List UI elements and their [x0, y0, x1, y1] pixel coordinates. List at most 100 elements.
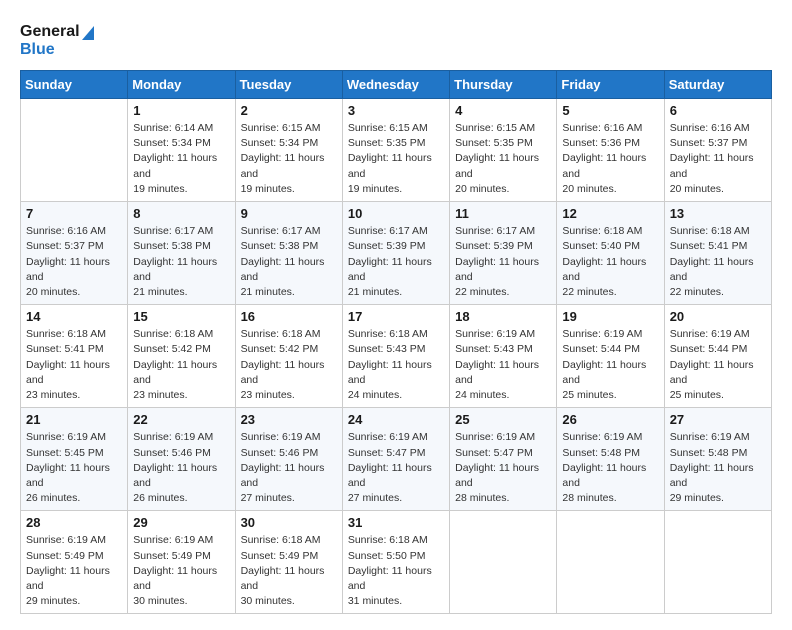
weekday-header-tuesday: Tuesday	[235, 71, 342, 99]
calendar-cell	[557, 511, 664, 614]
logo: General Blue	[20, 16, 100, 62]
calendar-cell: 6 Sunrise: 6:16 AMSunset: 5:37 PMDaylight…	[664, 99, 771, 202]
calendar-cell: 25 Sunrise: 6:19 AMSunset: 5:47 PMDayligh…	[450, 408, 557, 511]
calendar-cell: 10 Sunrise: 6:17 AMSunset: 5:39 PMDayligh…	[342, 202, 449, 305]
day-info: Sunrise: 6:19 AMSunset: 5:48 PMDaylight:…	[562, 430, 658, 506]
day-number: 24	[348, 412, 444, 427]
weekday-header-wednesday: Wednesday	[342, 71, 449, 99]
weekday-header-saturday: Saturday	[664, 71, 771, 99]
calendar-cell: 16 Sunrise: 6:18 AMSunset: 5:42 PMDayligh…	[235, 305, 342, 408]
day-info: Sunrise: 6:19 AMSunset: 5:46 PMDaylight:…	[241, 430, 337, 506]
day-info: Sunrise: 6:16 AMSunset: 5:36 PMDaylight:…	[562, 121, 658, 197]
calendar-cell: 2Sunrise: 6:15 AMSunset: 5:34 PMDaylight…	[235, 99, 342, 202]
calendar-cell: 7 Sunrise: 6:16 AMSunset: 5:37 PMDaylight…	[21, 202, 128, 305]
day-number: 4	[455, 103, 551, 118]
calendar-cell: 29 Sunrise: 6:19 AMSunset: 5:49 PMDayligh…	[128, 511, 235, 614]
calendar-cell: 9 Sunrise: 6:17 AMSunset: 5:38 PMDaylight…	[235, 202, 342, 305]
day-info: Sunrise: 6:19 AMSunset: 5:47 PMDaylight:…	[348, 430, 444, 506]
calendar-cell: 31 Sunrise: 6:18 AMSunset: 5:50 PMDayligh…	[342, 511, 449, 614]
day-number: 17	[348, 309, 444, 324]
svg-text:Blue: Blue	[20, 41, 55, 58]
logo-svg: General Blue	[20, 16, 100, 62]
weekday-header-friday: Friday	[557, 71, 664, 99]
day-info: Sunrise: 6:17 AMSunset: 5:39 PMDaylight:…	[455, 224, 551, 300]
day-info: Sunrise: 6:18 AMSunset: 5:50 PMDaylight:…	[348, 533, 444, 609]
calendar-cell: 17 Sunrise: 6:18 AMSunset: 5:43 PMDayligh…	[342, 305, 449, 408]
day-number: 13	[670, 206, 766, 221]
day-info: Sunrise: 6:18 AMSunset: 5:42 PMDaylight:…	[241, 327, 337, 403]
weekday-header-row: SundayMondayTuesdayWednesdayThursdayFrid…	[21, 71, 772, 99]
day-number: 5	[562, 103, 658, 118]
day-number: 7	[26, 206, 122, 221]
day-info: Sunrise: 6:17 AMSunset: 5:39 PMDaylight:…	[348, 224, 444, 300]
day-number: 6	[670, 103, 766, 118]
calendar-cell: 1Sunrise: 6:14 AMSunset: 5:34 PMDaylight…	[128, 99, 235, 202]
calendar-cell: 15Sunrise: 6:18 AMSunset: 5:42 PMDayligh…	[128, 305, 235, 408]
day-number: 23	[241, 412, 337, 427]
day-number: 9	[241, 206, 337, 221]
day-number: 10	[348, 206, 444, 221]
calendar-cell: 24 Sunrise: 6:19 AMSunset: 5:47 PMDayligh…	[342, 408, 449, 511]
day-info: Sunrise: 6:18 AMSunset: 5:43 PMDaylight:…	[348, 327, 444, 403]
day-info: Sunrise: 6:15 AMSunset: 5:35 PMDaylight:…	[348, 121, 444, 197]
week-row-3: 14 Sunrise: 6:18 AMSunset: 5:41 PMDayligh…	[21, 305, 772, 408]
calendar-cell	[450, 511, 557, 614]
day-number: 16	[241, 309, 337, 324]
day-info: Sunrise: 6:19 AMSunset: 5:46 PMDaylight:…	[133, 430, 229, 506]
calendar-cell: 18 Sunrise: 6:19 AMSunset: 5:43 PMDayligh…	[450, 305, 557, 408]
day-info: Sunrise: 6:17 AMSunset: 5:38 PMDaylight:…	[133, 224, 229, 300]
day-info: Sunrise: 6:16 AMSunset: 5:37 PMDaylight:…	[26, 224, 122, 300]
calendar-cell: 28 Sunrise: 6:19 AMSunset: 5:49 PMDayligh…	[21, 511, 128, 614]
calendar-cell: 4 Sunrise: 6:15 AMSunset: 5:35 PMDaylight…	[450, 99, 557, 202]
day-number: 31	[348, 515, 444, 530]
day-number: 20	[670, 309, 766, 324]
calendar-cell: 14 Sunrise: 6:18 AMSunset: 5:41 PMDayligh…	[21, 305, 128, 408]
calendar-cell: 3 Sunrise: 6:15 AMSunset: 5:35 PMDaylight…	[342, 99, 449, 202]
day-info: Sunrise: 6:17 AMSunset: 5:38 PMDaylight:…	[241, 224, 337, 300]
day-number: 27	[670, 412, 766, 427]
day-info: Sunrise: 6:19 AMSunset: 5:49 PMDaylight:…	[26, 533, 122, 609]
calendar-cell: 27Sunrise: 6:19 AMSunset: 5:48 PMDayligh…	[664, 408, 771, 511]
week-row-5: 28 Sunrise: 6:19 AMSunset: 5:49 PMDayligh…	[21, 511, 772, 614]
day-number: 12	[562, 206, 658, 221]
day-info: Sunrise: 6:15 AMSunset: 5:35 PMDaylight:…	[455, 121, 551, 197]
day-number: 28	[26, 515, 122, 530]
day-info: Sunrise: 6:18 AMSunset: 5:41 PMDaylight:…	[670, 224, 766, 300]
calendar-cell: 5 Sunrise: 6:16 AMSunset: 5:36 PMDaylight…	[557, 99, 664, 202]
day-number: 18	[455, 309, 551, 324]
day-number: 22	[133, 412, 229, 427]
day-info: Sunrise: 6:14 AMSunset: 5:34 PMDaylight:…	[133, 121, 229, 197]
day-info: Sunrise: 6:19 AMSunset: 5:43 PMDaylight:…	[455, 327, 551, 403]
day-info: Sunrise: 6:19 AMSunset: 5:44 PMDaylight:…	[670, 327, 766, 403]
day-number: 3	[348, 103, 444, 118]
day-info: Sunrise: 6:18 AMSunset: 5:41 PMDaylight:…	[26, 327, 122, 403]
day-info: Sunrise: 6:18 AMSunset: 5:40 PMDaylight:…	[562, 224, 658, 300]
day-info: Sunrise: 6:16 AMSunset: 5:37 PMDaylight:…	[670, 121, 766, 197]
svg-text:General: General	[20, 23, 80, 40]
day-number: 21	[26, 412, 122, 427]
calendar-cell: 11 Sunrise: 6:17 AMSunset: 5:39 PMDayligh…	[450, 202, 557, 305]
calendar-cell: 26Sunrise: 6:19 AMSunset: 5:48 PMDayligh…	[557, 408, 664, 511]
day-number: 14	[26, 309, 122, 324]
calendar-cell: 13 Sunrise: 6:18 AMSunset: 5:41 PMDayligh…	[664, 202, 771, 305]
day-number: 2	[241, 103, 337, 118]
day-info: Sunrise: 6:19 AMSunset: 5:44 PMDaylight:…	[562, 327, 658, 403]
week-row-4: 21 Sunrise: 6:19 AMSunset: 5:45 PMDayligh…	[21, 408, 772, 511]
day-number: 15	[133, 309, 229, 324]
week-row-2: 7 Sunrise: 6:16 AMSunset: 5:37 PMDaylight…	[21, 202, 772, 305]
calendar-table: SundayMondayTuesdayWednesdayThursdayFrid…	[20, 70, 772, 614]
day-number: 11	[455, 206, 551, 221]
day-info: Sunrise: 6:19 AMSunset: 5:47 PMDaylight:…	[455, 430, 551, 506]
weekday-header-monday: Monday	[128, 71, 235, 99]
day-number: 29	[133, 515, 229, 530]
calendar-cell: 23 Sunrise: 6:19 AMSunset: 5:46 PMDayligh…	[235, 408, 342, 511]
day-number: 25	[455, 412, 551, 427]
weekday-header-sunday: Sunday	[21, 71, 128, 99]
calendar-cell: 8Sunrise: 6:17 AMSunset: 5:38 PMDaylight…	[128, 202, 235, 305]
day-info: Sunrise: 6:19 AMSunset: 5:45 PMDaylight:…	[26, 430, 122, 506]
day-number: 19	[562, 309, 658, 324]
calendar-cell: 30Sunrise: 6:18 AMSunset: 5:49 PMDayligh…	[235, 511, 342, 614]
day-number: 30	[241, 515, 337, 530]
day-info: Sunrise: 6:19 AMSunset: 5:49 PMDaylight:…	[133, 533, 229, 609]
calendar-cell: 19 Sunrise: 6:19 AMSunset: 5:44 PMDayligh…	[557, 305, 664, 408]
